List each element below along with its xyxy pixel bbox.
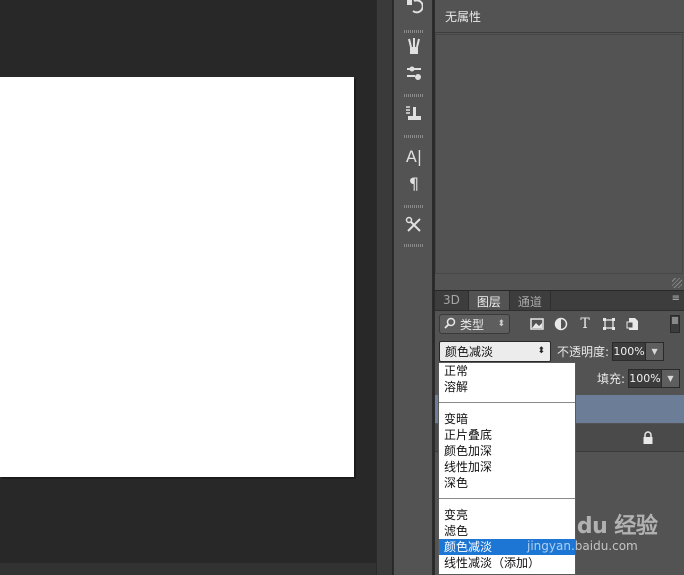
layer-filter-select[interactable]: 类型 ⬍ (439, 314, 510, 334)
blend-mode-option[interactable]: 变亮 (439, 507, 575, 523)
blend-mode-option[interactable]: 线性减淡（添加） (439, 555, 575, 571)
layer-filter-row: 类型 ⬍ T (439, 313, 680, 335)
chevron-updown-icon: ⬍ (537, 346, 545, 356)
blend-mode-option[interactable]: 正常 (439, 363, 575, 379)
document-canvas[interactable] (0, 77, 354, 477)
character-panel-icon[interactable]: A| (402, 145, 426, 167)
blend-mode-value: 颜色减淡 (445, 344, 494, 359)
blend-mode-option[interactable]: 变暗 (439, 411, 575, 427)
brush-settings-icon[interactable] (402, 62, 426, 84)
fill-input[interactable]: 100% (628, 368, 662, 388)
tab-channels[interactable]: 通道 (510, 291, 551, 310)
blend-mode-option[interactable]: 正片叠底 (439, 427, 575, 443)
adjustment-filter-icon[interactable] (550, 314, 572, 334)
horizontal-scrollbar[interactable] (0, 563, 376, 575)
blend-mode-select[interactable]: 颜色减淡 ⬍ (439, 340, 551, 362)
search-icon (444, 317, 456, 332)
image-filter-icon[interactable] (526, 314, 548, 334)
lock-icon (643, 431, 653, 444)
panel-menu-icon[interactable]: ≡ (668, 291, 684, 310)
canvas-area[interactable] (0, 0, 376, 575)
opacity-dropdown-button[interactable]: ▼ (646, 341, 665, 361)
panel-dock-strip: A| ¶ (393, 0, 433, 575)
dock-grip[interactable] (404, 244, 424, 247)
tool-presets-icon[interactable] (402, 214, 426, 236)
shape-filter-icon[interactable] (598, 314, 620, 334)
type-filter-icon[interactable]: T (574, 314, 596, 334)
properties-header: 无属性 (435, 0, 684, 33)
menu-separator (439, 402, 575, 403)
panel-tabs: 3D 图层 通道 ≡ (435, 291, 684, 311)
filter-toggle-switch[interactable] (670, 315, 680, 333)
history-icon[interactable] (402, 0, 426, 18)
opacity-label: 不透明度: (557, 344, 610, 359)
chevron-updown-icon: ⬍ (497, 319, 505, 329)
dock-grip[interactable] (404, 30, 424, 33)
dock-grip[interactable] (404, 94, 424, 97)
blend-mode-option[interactable]: 线性加深 (439, 459, 575, 475)
blend-mode-option[interactable]: 深色 (439, 475, 575, 491)
vertical-scrollbar[interactable] (376, 0, 392, 575)
blend-mode-option[interactable]: 滤色 (439, 523, 575, 539)
blend-mode-menu[interactable]: 正常 溶解变暗 正片叠底 颜色加深 线性加深 深色变亮 滤色 颜色减淡 线性减淡（添加） (438, 362, 576, 575)
properties-panel: 无属性 (434, 0, 684, 290)
paragraph-panel-icon[interactable]: ¶ (402, 172, 426, 194)
fill-label: 填充: (596, 371, 625, 386)
blend-mode-option[interactable]: 颜色减淡 (439, 539, 575, 555)
blend-mode-option[interactable]: 溶解 (439, 379, 575, 395)
clone-source-icon[interactable] (402, 102, 426, 124)
opacity-input[interactable]: 100% (612, 341, 647, 361)
menu-separator (439, 498, 575, 499)
blend-mode-option[interactable]: 颜色加深 (439, 443, 575, 459)
tab-3d[interactable]: 3D (435, 291, 469, 310)
brush-preset-icon[interactable] (402, 35, 426, 57)
no-properties-label: 无属性 (445, 10, 482, 24)
fill-dropdown-button[interactable]: ▼ (662, 368, 680, 388)
properties-body (435, 34, 683, 274)
smart-object-filter-icon[interactable] (622, 314, 644, 334)
dock-grip[interactable] (404, 205, 424, 208)
tab-layers[interactable]: 图层 (468, 291, 510, 310)
filter-kind-label: 类型 (460, 317, 485, 332)
blend-row: 颜色减淡 ⬍ 不透明度: 100% ▼ (439, 340, 680, 362)
dock-grip[interactable] (404, 135, 424, 138)
resize-grip[interactable] (672, 278, 682, 288)
